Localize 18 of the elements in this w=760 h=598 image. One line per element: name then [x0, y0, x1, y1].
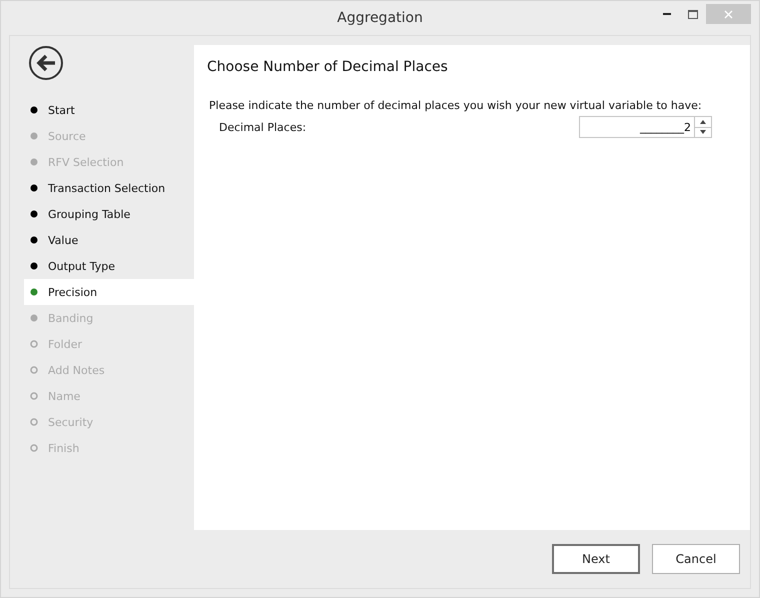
cancel-button[interactable]: Cancel: [652, 544, 740, 574]
window-title: Aggregation: [337, 10, 423, 26]
selected-step-item[interactable]: Precision: [24, 279, 194, 305]
step-item[interactable]: Value: [24, 227, 194, 253]
decimal-places-spinbox[interactable]: ________2: [579, 116, 712, 138]
down-arrow-icon[interactable]: [700, 130, 706, 134]
back-button[interactable]: [28, 45, 64, 81]
maximize-icon[interactable]: [688, 10, 698, 18]
step-item[interactable]: Start: [24, 97, 194, 123]
step-item[interactable]: Transaction Selection: [24, 175, 194, 201]
step-item[interactable]: Grouping Table: [24, 201, 194, 227]
spin-down-button[interactable]: [695, 126, 711, 137]
step-item[interactable]: Output Type: [24, 253, 194, 279]
page-heading: Choose Number of Decimal Places: [207, 59, 449, 75]
field-label: Decimal Places:: [219, 120, 306, 134]
instruction-text: Please indicate the number of decimal places you wish your new virtual variable to have:: [209, 99, 703, 112]
next-button[interactable]: Next: [552, 544, 640, 574]
up-arrow-icon[interactable]: [700, 120, 706, 124]
